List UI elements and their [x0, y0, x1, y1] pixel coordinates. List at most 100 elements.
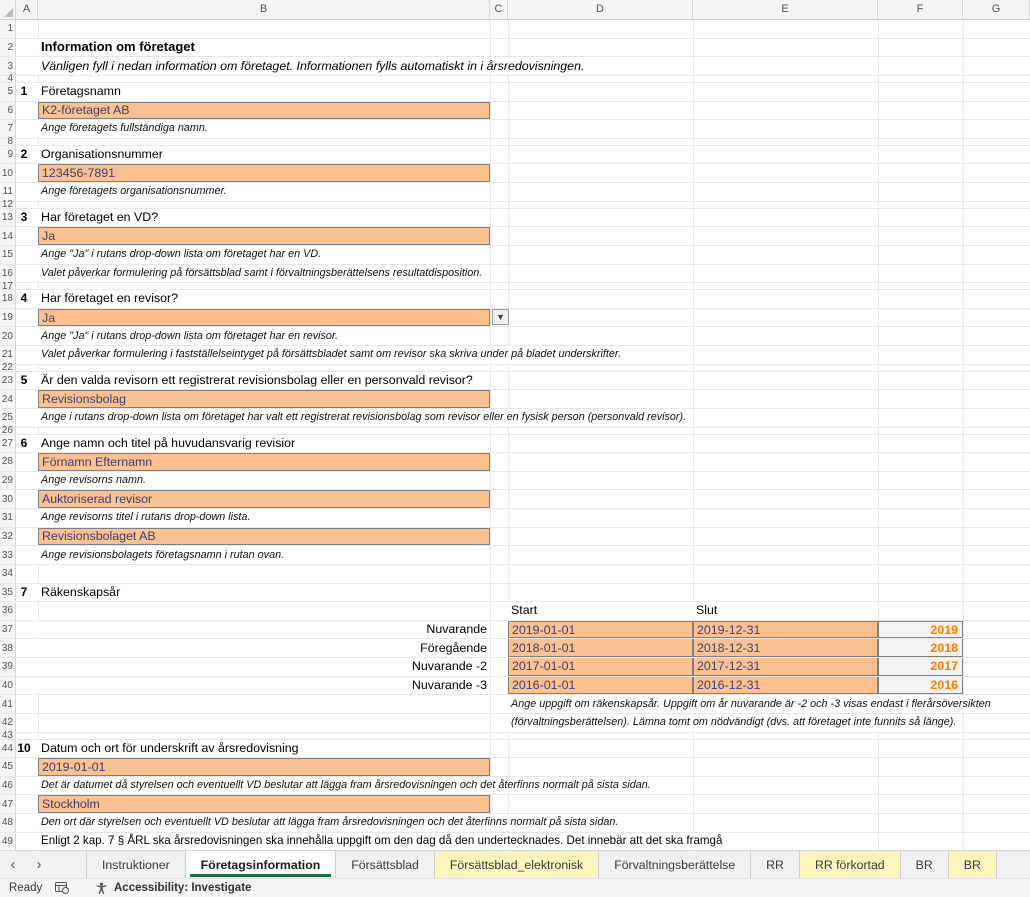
column-header-d[interactable]: D [508, 0, 693, 19]
column-header-c[interactable]: C [490, 0, 508, 19]
gridline [963, 139, 964, 145]
gridline [878, 265, 879, 283]
next-sheet-icon[interactable]: › [26, 851, 52, 878]
tab-rr-f-rkortad-6[interactable]: RR förkortad [799, 851, 900, 878]
fy-year-cell-r37[interactable]: 2019 [878, 621, 963, 639]
fy-slut-cell-r39[interactable]: 2017-12-31 [693, 658, 878, 676]
prev-sheet-icon[interactable]: ‹ [0, 851, 26, 878]
tab-f-rvaltningsber-ttelse-4[interactable]: Förvaltningsberättelse [598, 851, 750, 878]
row-header-40[interactable]: 40 [0, 677, 16, 695]
row-header-29[interactable]: 29 [0, 472, 16, 490]
row-header-17[interactable]: 17 [0, 283, 16, 289]
dropdown-button[interactable]: ▼ [492, 309, 509, 326]
input-cell-r10[interactable]: 123456-7891 [38, 164, 490, 182]
fy-slut-cell-r38[interactable]: 2018-12-31 [693, 639, 878, 657]
input-cell-r30[interactable]: Auktoriserad revisor [38, 490, 490, 508]
question-number: 4 [14, 290, 34, 307]
row-header-19[interactable]: 19 [0, 309, 16, 327]
tab-f-rs-ttsblad-elektronisk-3[interactable]: Försättsblad_elektronisk [434, 851, 598, 878]
row-header-1[interactable]: 1 [0, 20, 16, 38]
macro-record-icon[interactable] [55, 882, 69, 894]
row-header-26[interactable]: 26 [0, 428, 16, 434]
column-header-e[interactable]: E [693, 0, 878, 19]
row-header-31[interactable]: 31 [0, 509, 16, 527]
tab-instruktioner-0[interactable]: Instruktioner [86, 851, 185, 878]
gridline [490, 758, 491, 776]
row-header-10[interactable]: 10 [0, 164, 16, 182]
input-cell-r24[interactable]: Revisionsbolag [38, 390, 490, 408]
input-cell-r6[interactable]: K2-företaget AB [38, 102, 490, 120]
row-header-22[interactable]: 22 [0, 365, 16, 371]
row-header-4[interactable]: 4 [0, 76, 16, 82]
row-header-41[interactable]: 41 [0, 695, 16, 713]
row-header-34[interactable]: 34 [0, 565, 16, 583]
fy-start-cell-r40[interactable]: 2016-01-01 [508, 677, 693, 695]
row-header-48[interactable]: 48 [0, 814, 16, 832]
row-header-20[interactable]: 20 [0, 327, 16, 345]
row-header-16[interactable]: 16 [0, 265, 16, 283]
gridline [963, 102, 964, 120]
row-header-46[interactable]: 46 [0, 777, 16, 795]
row-header-28[interactable]: 28 [0, 453, 16, 471]
input-cell-r32[interactable]: Revisionsbolaget AB [38, 528, 490, 546]
row-header-21[interactable]: 21 [0, 346, 16, 364]
input-cell-r45[interactable]: 2019-01-01 [38, 758, 490, 776]
gridline [490, 795, 491, 813]
fy-slut-cell-r40[interactable]: 2016-12-31 [693, 677, 878, 695]
input-cell-r19[interactable]: Ja [38, 309, 490, 327]
fy-year-cell-r39[interactable]: 2017 [878, 658, 963, 676]
row-header-36[interactable]: 36 [0, 602, 16, 620]
row-header-30[interactable]: 30 [0, 490, 16, 508]
column-header-a[interactable]: A [16, 0, 38, 19]
select-all-corner[interactable] [0, 0, 16, 19]
gridline [878, 76, 879, 82]
accessibility-status-label[interactable]: Accessibility: Investigate [114, 882, 251, 894]
tab-rr-5[interactable]: RR [750, 851, 799, 878]
fy-slut-cell-r37[interactable]: 2019-12-31 [693, 621, 878, 639]
gridline [490, 733, 491, 739]
row-header-37[interactable]: 37 [0, 621, 16, 639]
accessibility-icon[interactable] [95, 882, 108, 895]
row-header-38[interactable]: 38 [0, 639, 16, 657]
input-cell-r28[interactable]: Förnamn Efternamn [38, 453, 490, 471]
input-cell-r47[interactable]: Stockholm [38, 795, 490, 813]
gridline [38, 733, 39, 739]
fy-start-cell-r38[interactable]: 2018-01-01 [508, 639, 693, 657]
row-header-43[interactable]: 43 [0, 733, 16, 739]
column-header-g[interactable]: G [963, 0, 1030, 19]
row-header-47[interactable]: 47 [0, 795, 16, 813]
fy-year-cell-r38[interactable]: 2018 [878, 639, 963, 657]
row-header-3[interactable]: 3 [0, 57, 16, 75]
row-header-32[interactable]: 32 [0, 528, 16, 546]
row-header-2[interactable]: 2 [0, 39, 16, 57]
row-header-7[interactable]: 7 [0, 120, 16, 138]
help-note: Det är datumet då styrelsen och eventuel… [38, 777, 654, 794]
row-header-11[interactable]: 11 [0, 183, 16, 201]
gridline [693, 565, 694, 583]
tab-f-rs-ttsblad-2[interactable]: Försättsblad [335, 851, 434, 878]
row-header-15[interactable]: 15 [0, 246, 16, 264]
row-header-39[interactable]: 39 [0, 658, 16, 676]
gridline [693, 183, 694, 201]
row-header-24[interactable]: 24 [0, 390, 16, 408]
help-note: Ange i rutans drop-down lista om företag… [38, 409, 689, 426]
input-cell-r14[interactable]: Ja [38, 227, 490, 245]
fy-start-cell-r39[interactable]: 2017-01-01 [508, 658, 693, 676]
row-header-25[interactable]: 25 [0, 409, 16, 427]
fy-year-cell-r40[interactable]: 2016 [878, 677, 963, 695]
column-header-b[interactable]: B [38, 0, 490, 19]
row-header-8[interactable]: 8 [0, 139, 16, 145]
row-header-14[interactable]: 14 [0, 227, 16, 245]
row-header-45[interactable]: 45 [0, 758, 16, 776]
row-header-6[interactable]: 6 [0, 102, 16, 120]
row-header-42[interactable]: 42 [0, 714, 16, 732]
fy-start-cell-r37[interactable]: 2019-01-01 [508, 621, 693, 639]
row-header-33[interactable]: 33 [0, 546, 16, 564]
tab-br-8[interactable]: BR [948, 851, 997, 878]
row-header-12[interactable]: 12 [0, 202, 16, 208]
gridline [878, 435, 879, 453]
row-header-49[interactable]: 49 [0, 833, 16, 850]
tab-br-7[interactable]: BR [900, 851, 948, 878]
tab-f-retagsinformation-1[interactable]: Företagsinformation [185, 851, 336, 878]
column-header-f[interactable]: F [878, 0, 963, 19]
